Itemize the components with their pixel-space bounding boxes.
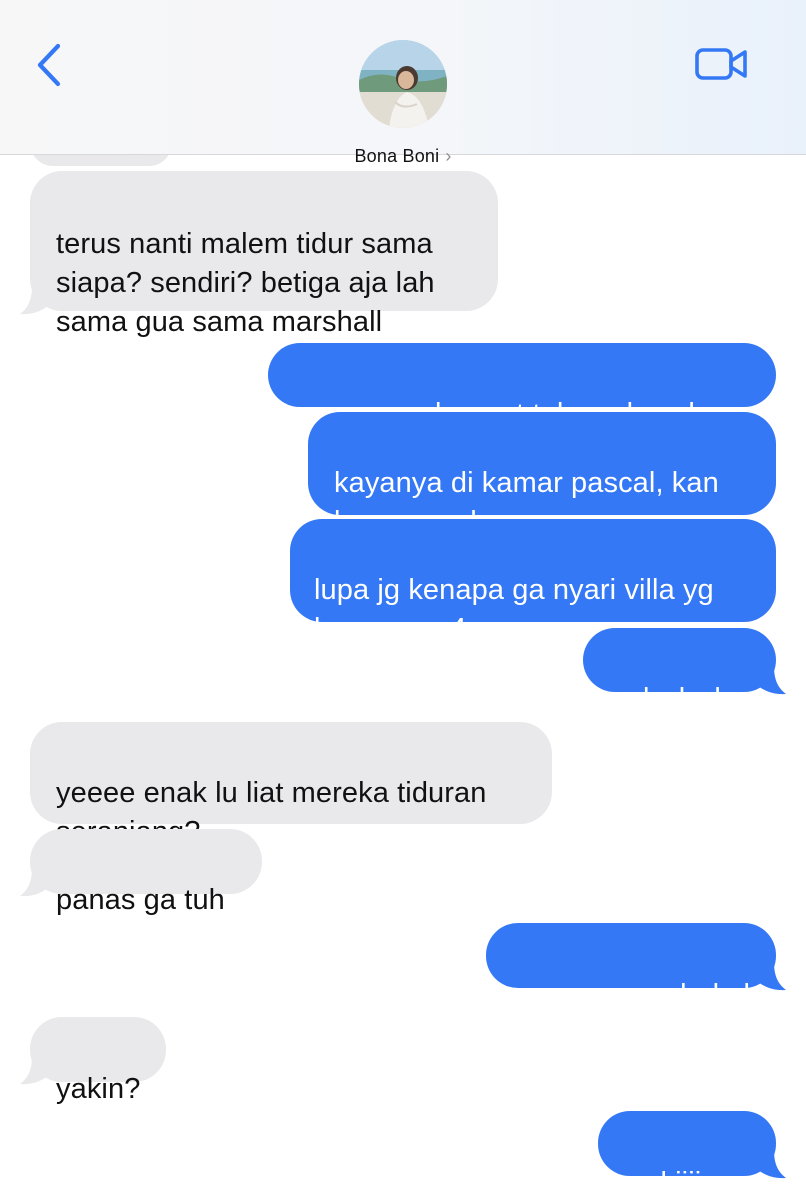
message-text: enggaaa gabakal bbox=[525, 979, 750, 1011]
message-text: yakin? bbox=[56, 1073, 141, 1105]
message-bubble-outgoing[interactable]: wkwkwkw bbox=[583, 628, 776, 715]
bubble-tail bbox=[754, 666, 786, 695]
bubble-tail bbox=[20, 286, 52, 315]
message-bubble-outgoing[interactable]: enggaaa gabakal bbox=[486, 923, 776, 1011]
message-bubble-outgoing[interactable]: yakiiiinnn bbox=[598, 1111, 776, 1199]
bubble-tail bbox=[20, 1056, 52, 1085]
bubble-tail bbox=[20, 868, 52, 897]
chevron-right-icon: › bbox=[445, 146, 452, 166]
message-bubble-outgoing[interactable]: ganggu banget tuh gw kayaknya bbox=[268, 343, 776, 430]
message-text: terus nanti malem tidur sama siapa? send… bbox=[56, 228, 435, 338]
message-text: yakiiiinnn bbox=[629, 1167, 750, 1199]
message-bubble-outgoing[interactable]: lupa jg kenapa ga nyari villa yg kamarny… bbox=[290, 519, 776, 645]
contact-name: Bona Boni bbox=[354, 146, 440, 166]
message-bubble-incoming[interactable]: terus nanti malem tidur sama siapa? send… bbox=[30, 171, 498, 338]
bubble-tail bbox=[754, 962, 786, 991]
messages-screen: terus nanti malem tidur sama siapa? send… bbox=[0, 0, 806, 1200]
message-bubble-incoming[interactable]: yeeee enak lu liat mereka tiduran seranj… bbox=[30, 722, 552, 848]
message-text: panas ga tuh bbox=[56, 884, 225, 916]
message-bubble-outgoing[interactable]: kayanya di kamar pascal, kan kasurnya du… bbox=[308, 412, 776, 538]
chevron-left-icon bbox=[37, 43, 61, 87]
avatar bbox=[359, 40, 447, 128]
conversation-header: Bona Boni › bbox=[0, 0, 806, 166]
message-text: wkwkwkw bbox=[622, 683, 750, 715]
video-camera-icon bbox=[695, 48, 747, 80]
bubble-tail bbox=[754, 1150, 786, 1179]
contact-name-row: Bona Boni › bbox=[300, 146, 506, 167]
message-bubble-incoming[interactable]: panas ga tuh bbox=[30, 829, 262, 916]
back-button[interactable] bbox=[30, 40, 70, 90]
video-call-button[interactable] bbox=[690, 42, 752, 88]
contact-info-button[interactable]: Bona Boni › bbox=[300, 28, 506, 166]
